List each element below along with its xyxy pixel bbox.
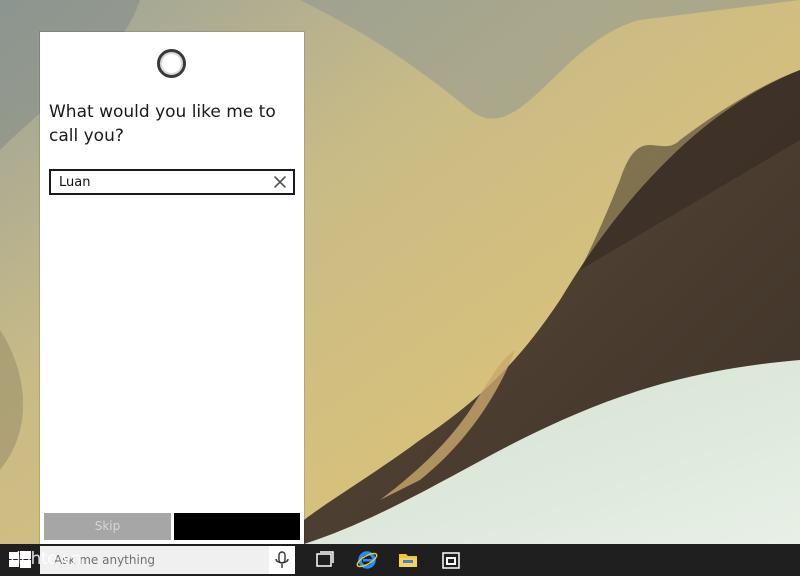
name-field[interactable] bbox=[49, 169, 295, 195]
task-view-icon bbox=[316, 551, 334, 567]
internet-explorer-icon bbox=[356, 551, 378, 569]
clear-input-icon[interactable] bbox=[271, 173, 289, 191]
microphone-icon bbox=[275, 551, 289, 568]
watermark-logo: tinhte.vn bbox=[10, 549, 82, 569]
microphone-button[interactable] bbox=[269, 546, 295, 574]
action-buttons: Skip bbox=[44, 513, 300, 540]
store-button[interactable] bbox=[439, 548, 463, 572]
next-button[interactable] bbox=[174, 513, 300, 540]
cortana-circle-icon bbox=[157, 49, 186, 78]
internet-explorer-button[interactable] bbox=[355, 548, 379, 572]
cortana-question: What would you like me to call you? bbox=[49, 102, 276, 146]
cortana-panel: What would you like me to call you? Skip bbox=[40, 32, 304, 544]
task-view-button[interactable] bbox=[313, 548, 337, 572]
file-explorer-button[interactable] bbox=[396, 548, 420, 572]
store-icon bbox=[442, 552, 460, 569]
taskbar: Ask me anything bbox=[0, 544, 800, 576]
file-explorer-icon bbox=[399, 554, 417, 567]
skip-button[interactable]: Skip bbox=[44, 513, 171, 540]
name-input[interactable] bbox=[51, 171, 269, 193]
